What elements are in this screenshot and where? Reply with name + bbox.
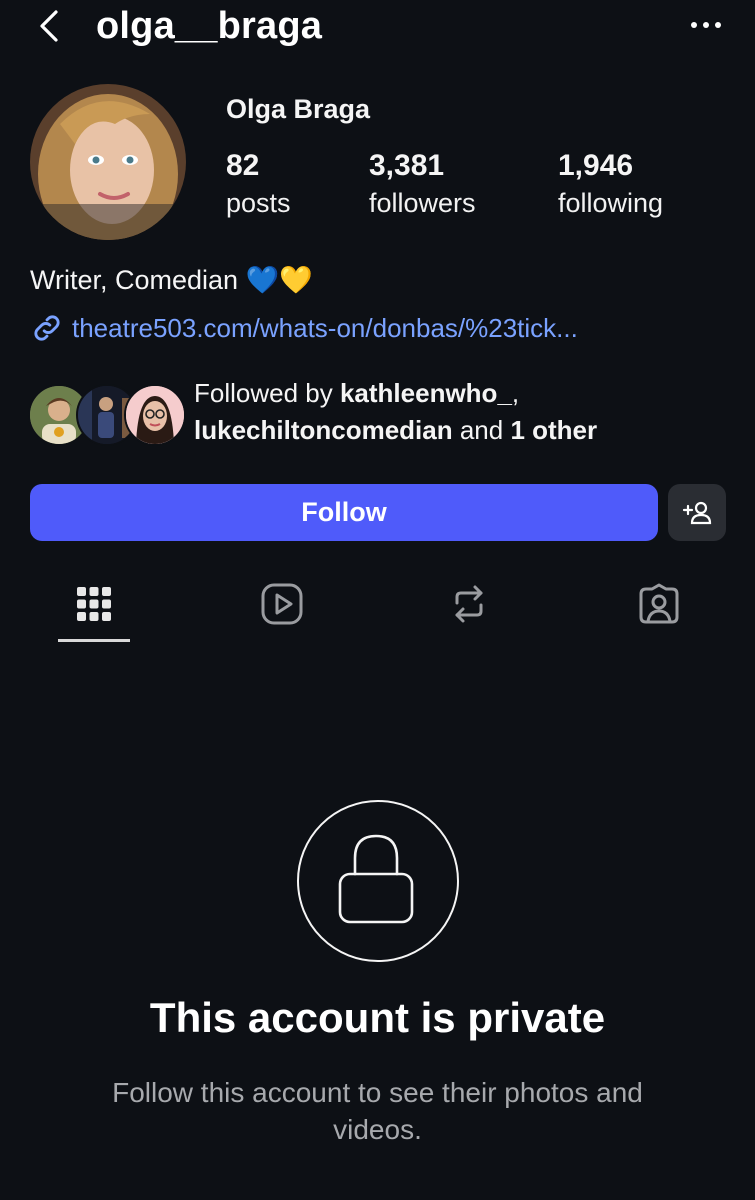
followed-by-user[interactable]: lukechiltoncomedian <box>194 415 453 445</box>
display-name: Olga Braga <box>226 94 371 124</box>
private-account-subtitle: Follow this account to see their photos … <box>112 1077 643 1145</box>
grid-icon <box>77 587 111 621</box>
more-options-button[interactable] <box>686 8 726 42</box>
followed-by-avatars[interactable] <box>28 384 186 446</box>
followed-by-text[interactable]: Followed by kathleenwho_, lukechiltoncome… <box>194 375 734 449</box>
chevron-left-icon <box>40 10 58 42</box>
following-label: following <box>558 188 664 218</box>
back-button[interactable] <box>30 4 70 48</box>
profile-avatar[interactable] <box>30 84 186 240</box>
repost-icon <box>455 585 483 623</box>
followed-by-user[interactable]: kathleenwho_ <box>340 378 512 408</box>
followed-by-prefix: Followed by <box>194 378 340 408</box>
stat-posts[interactable]: 82 posts <box>226 146 291 220</box>
profile-username: olga__braga <box>96 5 323 47</box>
tab-reels[interactable] <box>256 578 308 630</box>
link-icon <box>34 315 60 341</box>
follow-button[interactable]: Follow <box>30 484 658 541</box>
private-lock-badge <box>297 800 459 962</box>
followed-by-others[interactable]: 1 other <box>510 415 597 445</box>
active-tab-indicator <box>58 639 130 642</box>
play-icon <box>261 583 303 625</box>
posts-count: 82 <box>226 149 260 182</box>
tagged-person-icon <box>639 583 679 624</box>
stat-followers[interactable]: 3,381 followers <box>369 146 476 220</box>
follower-avatar <box>124 384 186 446</box>
followers-count: 3,381 <box>369 149 445 182</box>
followers-label: followers <box>369 188 476 218</box>
tab-tagged[interactable] <box>633 578 685 630</box>
suggested-accounts-button[interactable] <box>668 484 726 541</box>
posts-label: posts <box>226 188 291 218</box>
private-account-title: This account is private <box>149 994 606 1041</box>
followed-by-connector: and <box>452 415 511 445</box>
tab-reposts[interactable] <box>443 578 495 630</box>
followed-by-separator: , <box>511 378 520 408</box>
add-person-icon <box>682 501 712 524</box>
tab-posts[interactable] <box>68 578 120 630</box>
profile-link[interactable]: theatre503.com/whats-on/donbas/%23tick..… <box>30 310 578 346</box>
more-horizontal-icon <box>691 22 721 28</box>
profile-bio: Writer, Comedian 💙💛 <box>30 265 313 295</box>
following-count: 1,946 <box>558 149 634 182</box>
profile-link-text: theatre503.com/whats-on/donbas/%23tick..… <box>72 313 578 343</box>
lock-icon <box>338 834 414 924</box>
stat-following[interactable]: 1,946 following <box>558 146 663 220</box>
